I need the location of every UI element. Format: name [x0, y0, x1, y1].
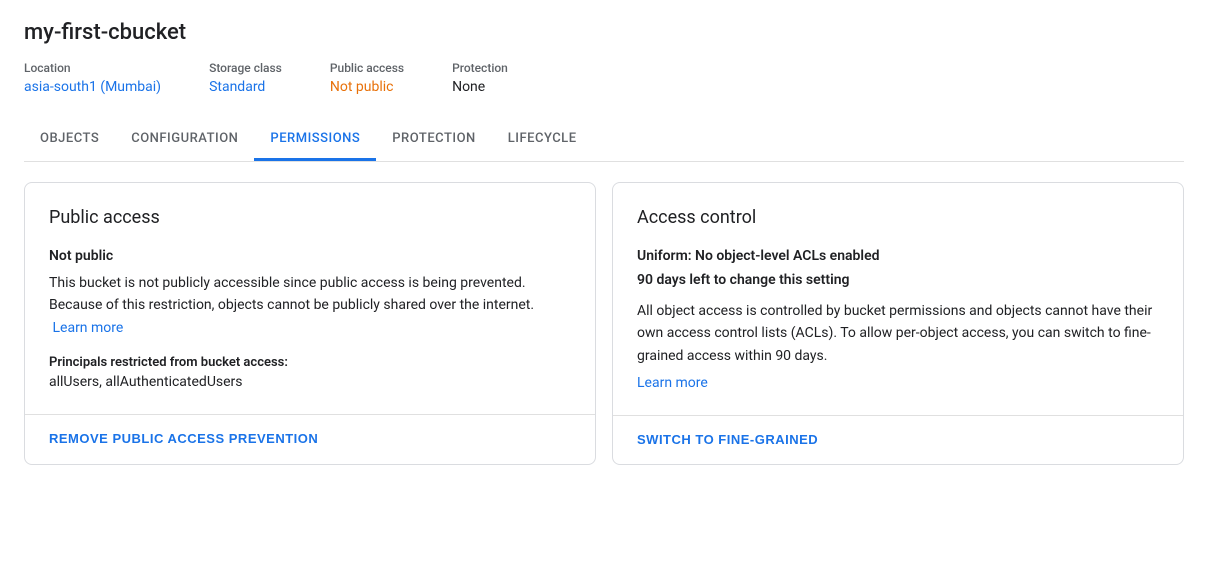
principals-value: allUsers, allAuthenticatedUsers [49, 374, 571, 390]
days-notice: 90 days left to change this setting [637, 272, 1159, 288]
access-control-card-title: Access control [637, 207, 1159, 228]
access-control-card-footer: SWITCH TO FINE-GRAINED [613, 415, 1183, 464]
access-control-learn-more[interactable]: Learn more [637, 375, 708, 391]
access-control-card: Access control Uniform: No object-level … [612, 182, 1184, 465]
bucket-meta: Location asia-south1 (Mumbai) Storage cl… [24, 61, 1184, 95]
meta-public-access: Public access Not public [330, 61, 404, 95]
meta-protection: Protection None [452, 61, 508, 95]
public-access-description: This bucket is not publicly accessible s… [49, 272, 571, 339]
tab-configuration[interactable]: CONFIGURATION [115, 119, 254, 161]
storage-class-label: Storage class [209, 61, 282, 75]
public-access-card-subtitle: Not public [49, 248, 571, 264]
public-access-card-title: Public access [49, 207, 571, 228]
public-access-card-footer: REMOVE PUBLIC ACCESS PREVENTION [25, 414, 595, 463]
switch-fine-grained-button[interactable]: SWITCH TO FINE-GRAINED [637, 432, 818, 447]
meta-location: Location asia-south1 (Mumbai) [24, 61, 161, 95]
remove-public-access-button[interactable]: REMOVE PUBLIC ACCESS PREVENTION [49, 431, 318, 446]
storage-class-value: Standard [209, 79, 282, 95]
meta-storage-class: Storage class Standard [209, 61, 282, 95]
tab-objects[interactable]: OBJECTS [24, 119, 115, 161]
protection-label: Protection [452, 61, 508, 75]
access-control-card-body: Access control Uniform: No object-level … [613, 183, 1183, 415]
public-access-card: Public access Not public This bucket is … [24, 182, 596, 465]
tab-protection[interactable]: PROTECTION [376, 119, 491, 161]
public-access-label: Public access [330, 61, 404, 75]
public-access-description-text: This bucket is not publicly accessible s… [49, 275, 534, 313]
principals-label: Principals restricted from bucket access… [49, 355, 571, 370]
protection-value: None [452, 79, 508, 95]
access-control-description: All object access is controlled by bucke… [637, 300, 1159, 367]
public-access-learn-more[interactable]: Learn more [52, 320, 123, 336]
tabs-nav: OBJECTS CONFIGURATION PERMISSIONS PROTEC… [24, 119, 1184, 162]
page-title: my-first-cbucket [24, 20, 1184, 45]
content-area: Public access Not public This bucket is … [24, 182, 1184, 465]
tab-lifecycle[interactable]: LIFECYCLE [492, 119, 593, 161]
access-control-description-text: All object access is controlled by bucke… [637, 303, 1152, 364]
access-control-subtitle: Uniform: No object-level ACLs enabled [637, 248, 1159, 264]
tab-permissions[interactable]: PERMISSIONS [254, 119, 376, 161]
location-label: Location [24, 61, 161, 75]
public-access-value: Not public [330, 79, 404, 95]
location-value: asia-south1 (Mumbai) [24, 79, 161, 95]
public-access-card-body: Public access Not public This bucket is … [25, 183, 595, 414]
